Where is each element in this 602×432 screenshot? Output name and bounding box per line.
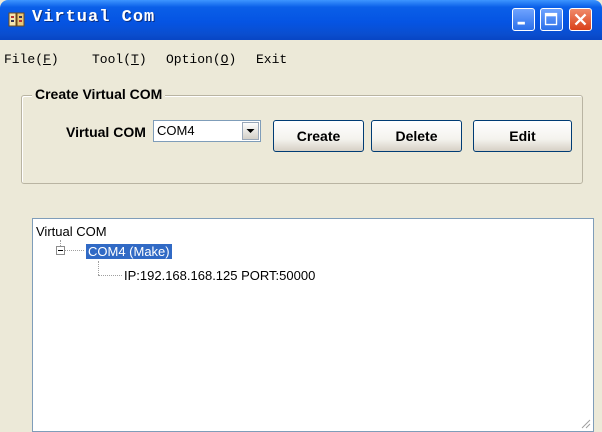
dropdown-button[interactable]	[242, 122, 259, 140]
delete-button[interactable]: Delete	[371, 120, 462, 152]
menu-file-accel: F	[43, 52, 51, 67]
menu-tool-accel: T	[131, 52, 139, 67]
menu-exit[interactable]: Exit	[256, 52, 287, 67]
menu-bar: File(F) Tool(T) Option(O) Exit	[0, 40, 602, 70]
tree-root[interactable]: Virtual COM	[36, 224, 107, 239]
app-icon	[8, 11, 26, 29]
collapse-icon[interactable]	[56, 246, 65, 255]
menu-tool[interactable]: Tool(T)	[92, 52, 147, 67]
edit-button[interactable]: Edit	[473, 120, 572, 152]
create-button[interactable]: Create	[273, 120, 364, 152]
window-title: Virtual Com	[32, 8, 156, 27]
chevron-down-icon	[246, 129, 255, 133]
resize-grip-icon[interactable]	[579, 417, 591, 429]
menu-option-label: Option	[166, 52, 213, 67]
tree-connector	[98, 261, 99, 275]
com-port-value: COM4	[157, 123, 195, 138]
tree-connector	[65, 250, 84, 251]
maximize-button[interactable]	[540, 8, 563, 31]
menu-option-accel: O	[220, 52, 229, 67]
menu-tool-label: Tool	[92, 52, 124, 67]
menu-file[interactable]: File(F)	[4, 52, 59, 67]
menu-file-label: File	[4, 52, 36, 67]
virtual-com-tree[interactable]: Virtual COM COM4 (Make) IP:192.168.168.1…	[32, 218, 594, 432]
menu-option[interactable]: Option(O)	[166, 52, 236, 67]
tree-node-ip-port[interactable]: IP:192.168.168.125 PORT:50000	[124, 268, 315, 283]
group-legend: Create Virtual COM	[32, 86, 166, 102]
virtual-com-label: Virtual COM	[66, 124, 146, 140]
tree-node-com4[interactable]: COM4 (Make)	[86, 244, 172, 259]
title-bar[interactable]: Virtual Com	[0, 0, 602, 40]
minimize-button[interactable]	[512, 8, 535, 31]
com-port-select[interactable]: COM4	[153, 120, 261, 142]
close-button[interactable]	[569, 8, 592, 31]
tree-connector	[98, 275, 122, 276]
